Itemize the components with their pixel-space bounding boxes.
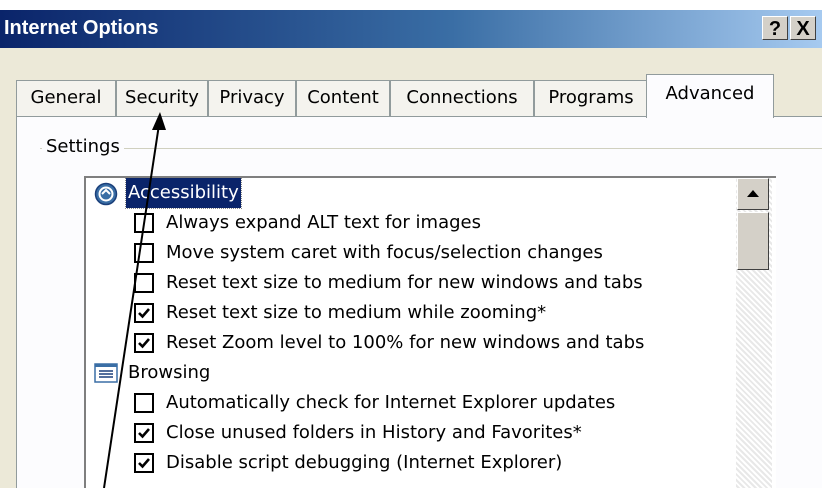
setting-label: Automatically check for Internet Explore… [166, 392, 616, 413]
tab-advanced[interactable]: Advanced [646, 74, 774, 118]
checkmark-icon [138, 458, 150, 469]
internet-options-window: Internet Options ? X General Security Pr… [0, 0, 822, 488]
checkbox[interactable] [134, 243, 154, 263]
scroll-thumb[interactable] [737, 212, 769, 270]
settings-group-label: Settings [42, 136, 124, 157]
checkbox[interactable] [134, 213, 154, 233]
close-button[interactable]: X [790, 16, 816, 40]
setting-label: Reset Zoom level to 100% for new windows… [166, 332, 645, 353]
help-button[interactable]: ? [762, 16, 788, 40]
tab-security[interactable]: Security [116, 80, 208, 116]
checkbox-checked[interactable] [134, 333, 154, 353]
title-bar: Internet Options ? X [0, 10, 822, 48]
tab-connections[interactable]: Connections [390, 80, 534, 116]
scroll-up-arrow-icon [747, 190, 759, 197]
checkbox-checked[interactable] [134, 453, 154, 473]
settings-group-rule [40, 148, 822, 149]
scroll-up-button[interactable] [737, 178, 769, 210]
checkmark-icon [138, 338, 150, 349]
checkbox-checked[interactable] [134, 423, 154, 443]
settings-list[interactable]: Accessibility Always expand ALT text for… [84, 176, 776, 488]
tab-general[interactable]: General [16, 80, 116, 116]
checkmark-icon [138, 308, 150, 319]
setting-label: Always expand ALT text for images [166, 212, 481, 233]
category-label: Accessibility [125, 178, 242, 209]
category-label: Browsing [128, 362, 211, 383]
checkbox-checked[interactable] [134, 303, 154, 323]
tab-privacy[interactable]: Privacy [208, 80, 296, 116]
tab-content[interactable]: Content [296, 80, 390, 116]
setting-label: Disable script debugging (Internet Explo… [166, 452, 563, 473]
setting-label: Reset text size to medium for new window… [166, 272, 643, 293]
vertical-scrollbar[interactable] [736, 178, 772, 488]
window-title: Internet Options [4, 17, 159, 39]
accessibility-icon [94, 182, 118, 216]
setting-label: Move system caret with focus/selection c… [166, 242, 603, 263]
checkbox[interactable] [134, 393, 154, 413]
setting-label: Reset text size to medium while zooming* [166, 302, 547, 323]
tab-programs[interactable]: Programs [534, 80, 648, 116]
list-document-icon [94, 363, 118, 393]
setting-label: Close unused folders in History and Favo… [166, 422, 582, 443]
checkmark-icon [138, 428, 150, 439]
checkbox[interactable] [134, 273, 154, 293]
dialog-body: General Security Privacy Content Connect… [0, 48, 822, 488]
